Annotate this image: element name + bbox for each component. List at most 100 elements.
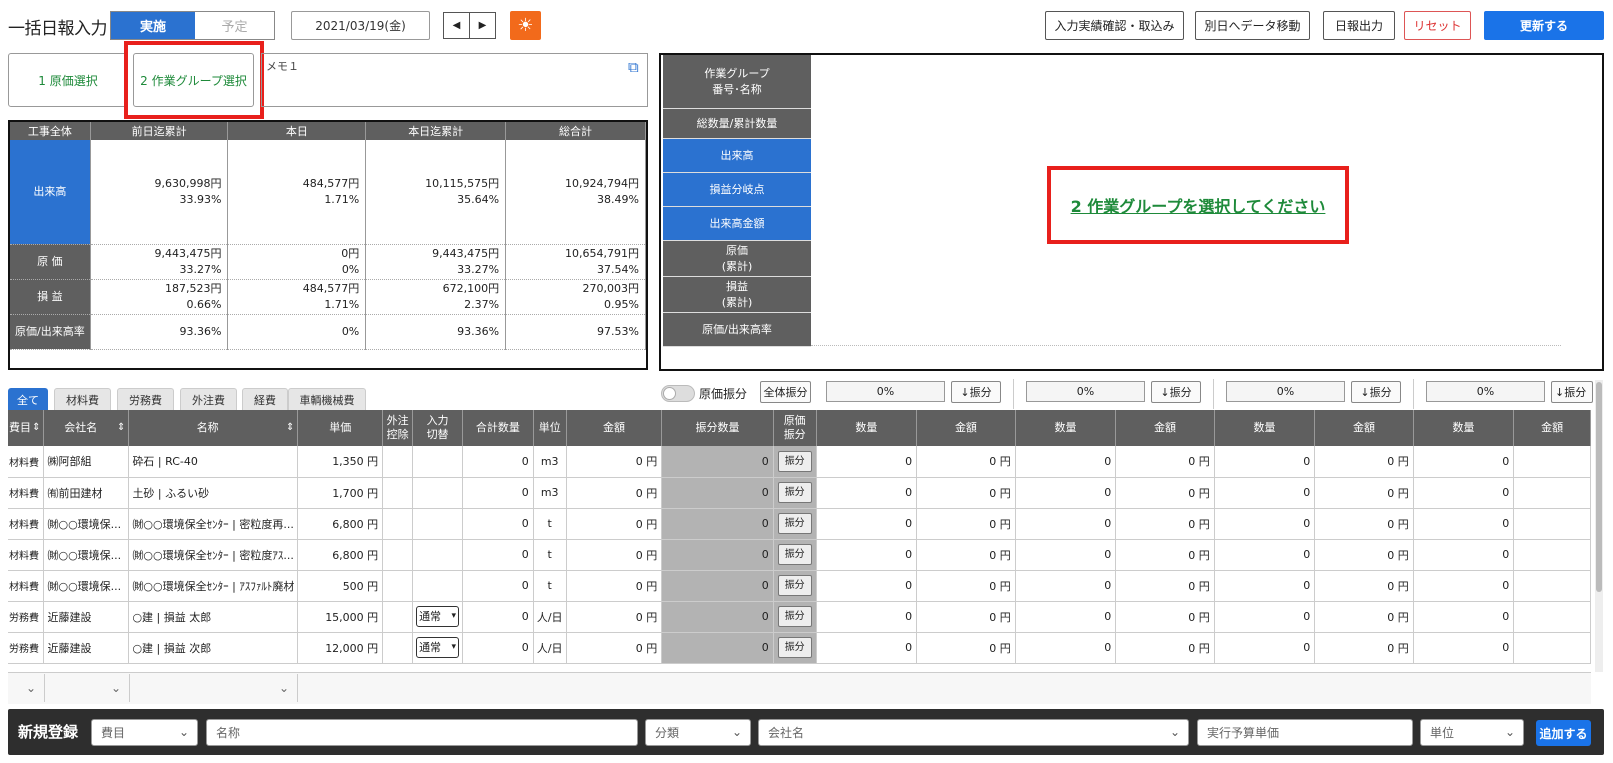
date-field[interactable]: 2021/03/19(金) xyxy=(291,11,430,40)
distribute-row-button[interactable]: 振分 xyxy=(777,606,812,627)
add-button[interactable]: 追加する xyxy=(1536,720,1591,746)
table-row[interactable]: 材料費 ㈱阿部組 砕石 | RC-40 1,350 円 0 m3 0 円 0 振分 0 0 円00 … xyxy=(8,446,1591,478)
cell-group-qty[interactable]: 0 xyxy=(816,508,918,540)
cell-group-qty[interactable]: 0 xyxy=(1413,477,1515,509)
cell-distribute-qty[interactable]: 0 xyxy=(661,601,774,633)
cell-group-amount[interactable]: 0 円 xyxy=(1314,601,1414,633)
company-select[interactable]: 会社名 ⌄ xyxy=(758,719,1189,746)
cell-group-amount[interactable] xyxy=(1513,508,1591,540)
sort-icon[interactable]: ⇕ xyxy=(286,421,294,435)
cell-group-amount[interactable]: 0 円 xyxy=(916,632,1016,664)
memo-textarea[interactable] xyxy=(261,53,648,107)
grid-header[interactable]: 数量 xyxy=(1413,410,1515,446)
distribute-row-button[interactable]: 振分 xyxy=(777,637,812,658)
tab-labor[interactable]: 労務費 xyxy=(117,388,174,410)
distribute-row-button[interactable]: 振分 xyxy=(777,482,812,503)
grid-header[interactable]: 会社名 ⇕ xyxy=(43,410,130,446)
table-row[interactable]: 材料費 ㈶○○環境保... ㈶○○環境保全ｾﾝﾀｰ | ｱｽﾌｧﾙﾄ廃材 500 円 0… xyxy=(8,570,1591,602)
tab-expense[interactable]: 経費 xyxy=(242,388,288,410)
cell-group-qty[interactable]: 0 xyxy=(1214,632,1316,664)
mode-plan-button[interactable]: 予定 xyxy=(195,12,274,39)
distribute-row-button[interactable]: 振分 xyxy=(777,450,812,472)
cell-group-amount[interactable]: 0 円 xyxy=(1314,539,1414,571)
cell-group-qty[interactable]: 0 xyxy=(1015,539,1117,571)
name-input[interactable]: 名称 xyxy=(206,719,638,746)
cell-group-amount[interactable] xyxy=(1513,539,1591,571)
weather-sun-icon[interactable]: ☀ xyxy=(510,11,541,40)
tab-outsourcing[interactable]: 外注費 xyxy=(180,388,237,410)
company-filter-select[interactable]: ⌄ xyxy=(45,674,130,702)
grid-header[interactable]: 数量 xyxy=(816,410,918,446)
scrollbar-thumb[interactable] xyxy=(1596,382,1602,592)
cell-group-amount[interactable]: 0 円 xyxy=(1115,539,1215,571)
cell-group-qty[interactable]: 0 xyxy=(1413,508,1515,540)
prev-day-icon[interactable]: ◀ xyxy=(443,12,470,39)
move-data-button[interactable]: 別日へデータ移動 xyxy=(1195,11,1310,40)
grid-header[interactable]: 振分数量 xyxy=(661,410,774,446)
cell-distribute-qty[interactable]: 0 xyxy=(661,539,774,571)
pct-input[interactable]: 0% xyxy=(1426,381,1545,402)
cell-group-qty[interactable]: 0 xyxy=(1214,508,1316,540)
grid-header[interactable]: 合計数量 xyxy=(462,410,534,446)
cell-group-amount[interactable]: 0 円 xyxy=(1115,570,1215,602)
grid-header[interactable]: 金額 xyxy=(1115,410,1215,446)
unit-select[interactable]: 単位 ⌄ xyxy=(1420,719,1524,746)
grid-header[interactable]: 外注 控除 xyxy=(382,410,414,446)
cell-group-amount[interactable]: 0 円 xyxy=(916,446,1016,478)
cell-distribute-qty[interactable]: 0 xyxy=(661,570,774,602)
table-row[interactable]: 材料費 ㈶○○環境保... ㈶○○環境保全ｾﾝﾀｰ | 密粒度ｱｽ... 6,800 … xyxy=(8,539,1591,571)
grid-header[interactable]: 費目 ⇕ xyxy=(8,410,45,446)
distribute-button[interactable]: ↓振分 xyxy=(1351,381,1401,403)
confirm-import-button[interactable]: 入力実績確認・取込み xyxy=(1045,11,1184,40)
cell-group-qty[interactable]: 0 xyxy=(816,539,918,571)
cell-group-qty[interactable]: 0 xyxy=(1015,477,1117,509)
class-select[interactable]: 分類 ⌄ xyxy=(645,719,751,746)
grid-header[interactable]: 数量 xyxy=(1214,410,1316,446)
cell-group-amount[interactable]: 0 円 xyxy=(1314,477,1414,509)
step1-cost-select-button[interactable]: 1 原価選択 xyxy=(8,53,128,107)
table-row[interactable]: 労務費 近藤建設 ○建 | 損益 太郎 15,000 円通常 ▾ 0 人/日 0 円 0 振分 0 0… xyxy=(8,601,1591,633)
cell-group-amount[interactable]: 0 円 xyxy=(1314,570,1414,602)
cell-group-amount[interactable]: 0 円 xyxy=(1314,632,1414,664)
cell-distribute-qty[interactable]: 0 xyxy=(661,632,774,664)
distribute-row-button[interactable]: 振分 xyxy=(777,575,812,596)
grid-header[interactable]: 入力 切替 xyxy=(412,410,464,446)
export-report-button[interactable]: 日報出力 xyxy=(1323,11,1395,40)
cell-group-amount[interactable]: 0 円 xyxy=(1115,508,1215,540)
grid-header[interactable]: 金額 xyxy=(916,410,1016,446)
grid-header[interactable]: 金額 xyxy=(1513,410,1591,446)
cell-group-amount[interactable]: 0 円 xyxy=(916,539,1016,571)
cell-distribute-qty[interactable]: 0 xyxy=(661,508,774,540)
cell-group-qty[interactable]: 0 xyxy=(1413,632,1515,664)
cell-group-qty[interactable]: 0 xyxy=(816,570,918,602)
mode-actual-button[interactable]: 実施 xyxy=(111,12,195,39)
grid-header[interactable]: 数量 xyxy=(1015,410,1117,446)
cell-group-qty[interactable]: 0 xyxy=(816,477,918,509)
pct-input[interactable]: 0% xyxy=(1026,381,1145,402)
next-day-icon[interactable]: ▶ xyxy=(469,12,496,39)
cell-group-qty[interactable]: 0 xyxy=(1015,601,1117,633)
cell-group-qty[interactable]: 0 xyxy=(1015,570,1117,602)
tab-all[interactable]: 全て xyxy=(8,388,48,410)
tab-vehicle[interactable]: 車輌機械費 xyxy=(288,388,366,410)
input-switch-select[interactable]: 通常 ▾ xyxy=(416,606,460,627)
cell-group-qty[interactable]: 0 xyxy=(816,632,918,664)
budget-price-input[interactable]: 実行予算単価 xyxy=(1197,719,1413,746)
grid-header[interactable]: 原価 振分 xyxy=(773,410,817,446)
cell-group-qty[interactable]: 0 xyxy=(1015,508,1117,540)
cell-distribute-qty[interactable]: 0 xyxy=(661,477,774,509)
cell-group-amount[interactable]: 0 円 xyxy=(1314,508,1414,540)
cell-group-amount[interactable] xyxy=(1513,632,1591,664)
input-switch-select[interactable]: 通常 ▾ xyxy=(416,637,460,658)
cell-group-qty[interactable]: 0 xyxy=(1413,446,1515,478)
cell-group-qty[interactable]: 0 xyxy=(1413,539,1515,571)
step2-group-select-button[interactable]: 2 作業グループ選択 xyxy=(133,53,254,107)
cell-group-amount[interactable]: 0 円 xyxy=(916,508,1016,540)
cell-group-amount[interactable]: 0 円 xyxy=(1314,446,1414,478)
cell-group-amount[interactable]: 0 円 xyxy=(1115,632,1215,664)
distribute-button[interactable]: ↓振分 xyxy=(1151,381,1201,403)
tab-material[interactable]: 材料費 xyxy=(54,388,111,410)
cell-group-qty[interactable]: 0 xyxy=(1015,632,1117,664)
category-filter-select[interactable]: ⌄ xyxy=(8,674,45,702)
cell-group-qty[interactable]: 0 xyxy=(1413,570,1515,602)
